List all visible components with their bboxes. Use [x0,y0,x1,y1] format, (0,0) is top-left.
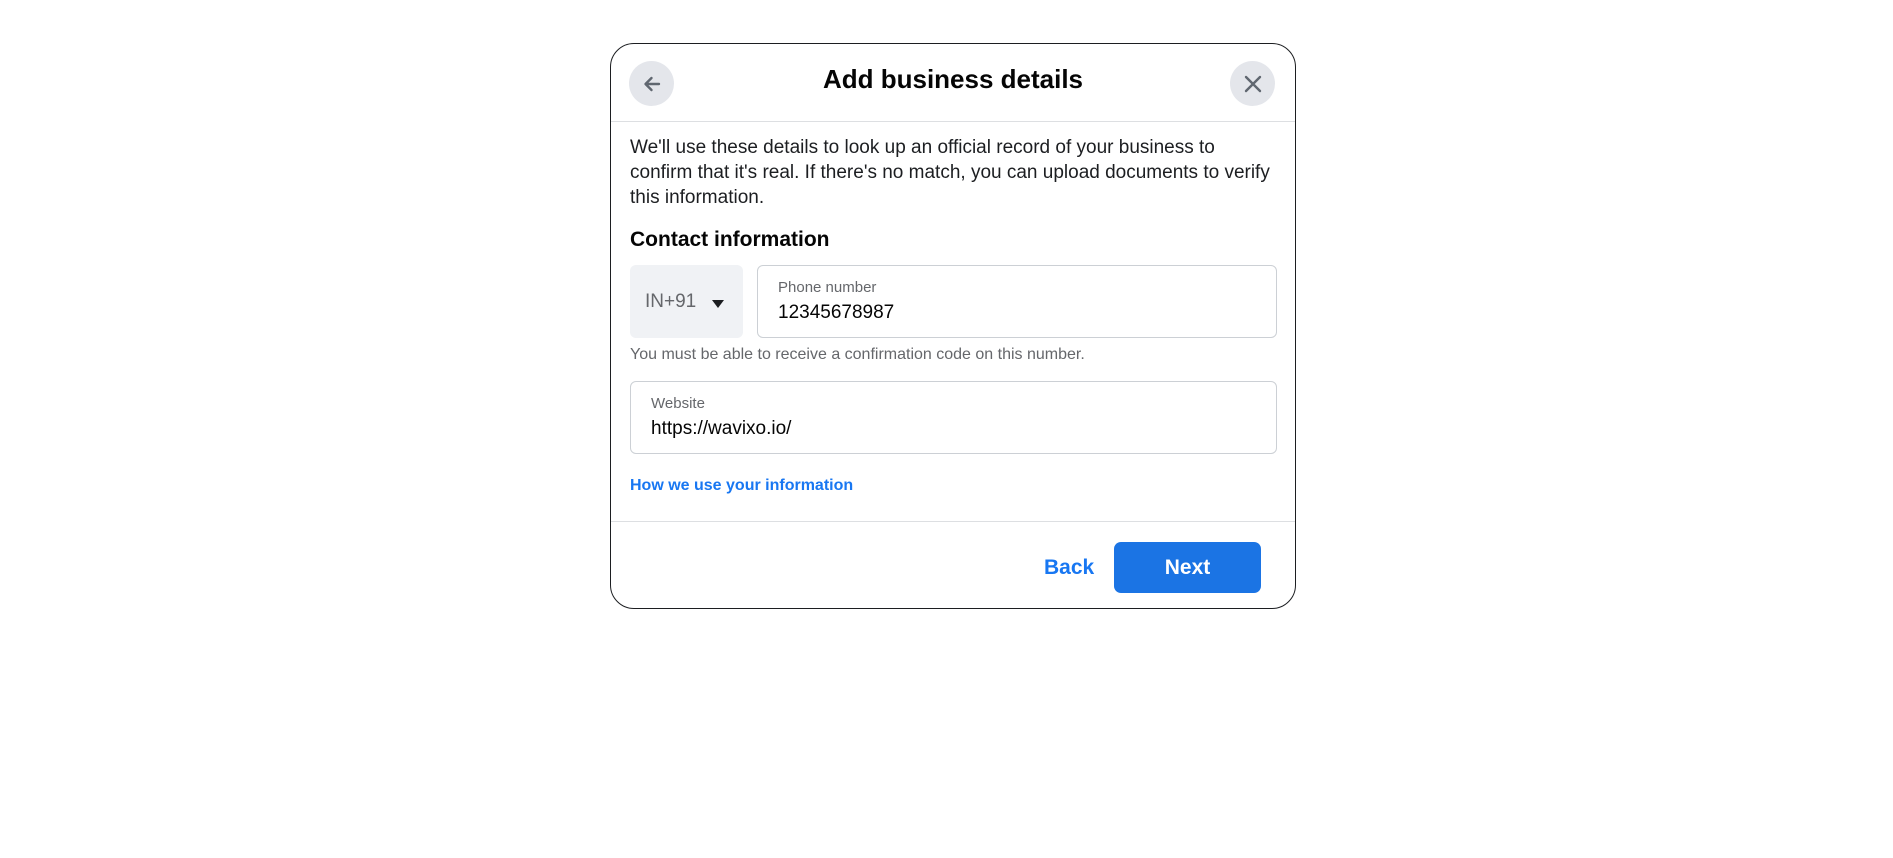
dialog-footer-divider [611,521,1295,522]
close-icon [1244,75,1261,92]
back-button[interactable]: Back [1044,543,1094,593]
next-button[interactable]: Next [1114,542,1261,593]
dialog-description: We'll use these details to look up an of… [630,137,1270,208]
close-button[interactable] [1230,61,1275,106]
add-business-details-dialog: Add business details We'll use these det… [610,43,1296,609]
website-field[interactable]: Website https://wavixo.io/ [630,381,1277,454]
website-value: https://wavixo.io/ [651,418,792,439]
contact-section-title: Contact information [630,228,830,251]
dialog-title: Add business details [822,64,1084,94]
country-code-select[interactable]: IN+91 [630,265,743,338]
dialog-header: Add business details [611,44,1295,122]
phone-number-value: 12345678987 [778,302,895,323]
phone-number-label: Phone number [778,279,877,296]
website-label: Website [651,395,705,412]
country-code-value: IN+91 [645,290,697,312]
phone-number-field[interactable]: Phone number 12345678987 [757,265,1277,338]
caret-down-icon [712,299,725,308]
how-we-use-info-link[interactable]: How we use your information [630,477,853,495]
phone-helper-text: You must be able to receive a confirmati… [630,346,1085,363]
